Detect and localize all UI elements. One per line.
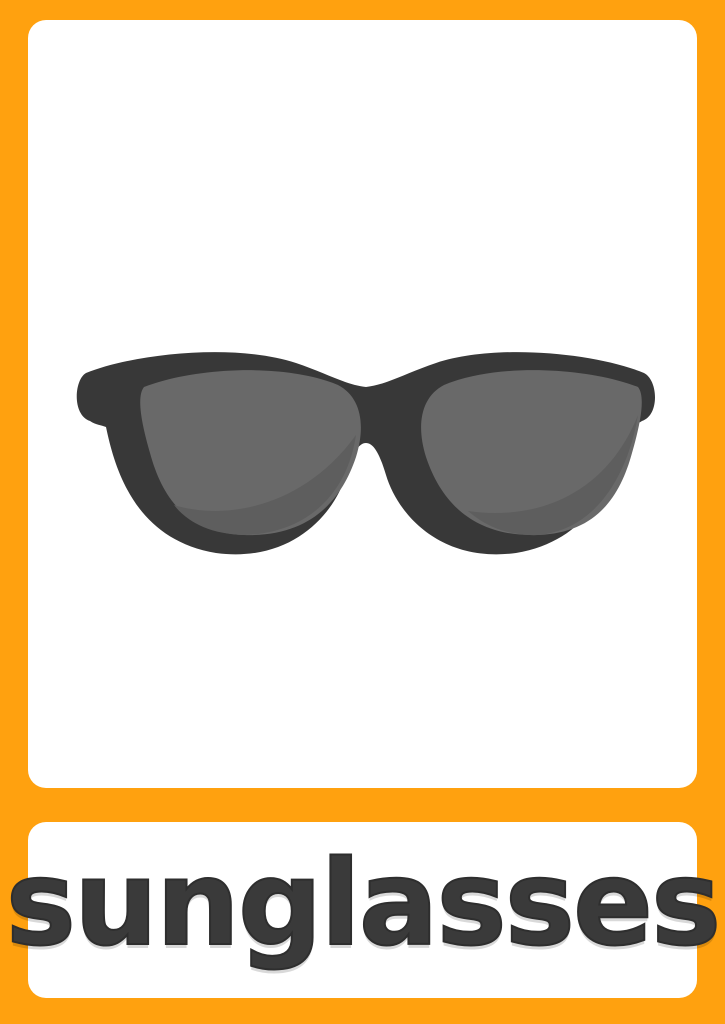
flashcard: sunglasses <box>0 0 725 1024</box>
sunglasses-icon <box>76 352 656 555</box>
word-panel: sunglasses <box>5 822 722 998</box>
flashcard-word: sunglasses <box>5 834 723 972</box>
image-panel <box>28 20 697 788</box>
